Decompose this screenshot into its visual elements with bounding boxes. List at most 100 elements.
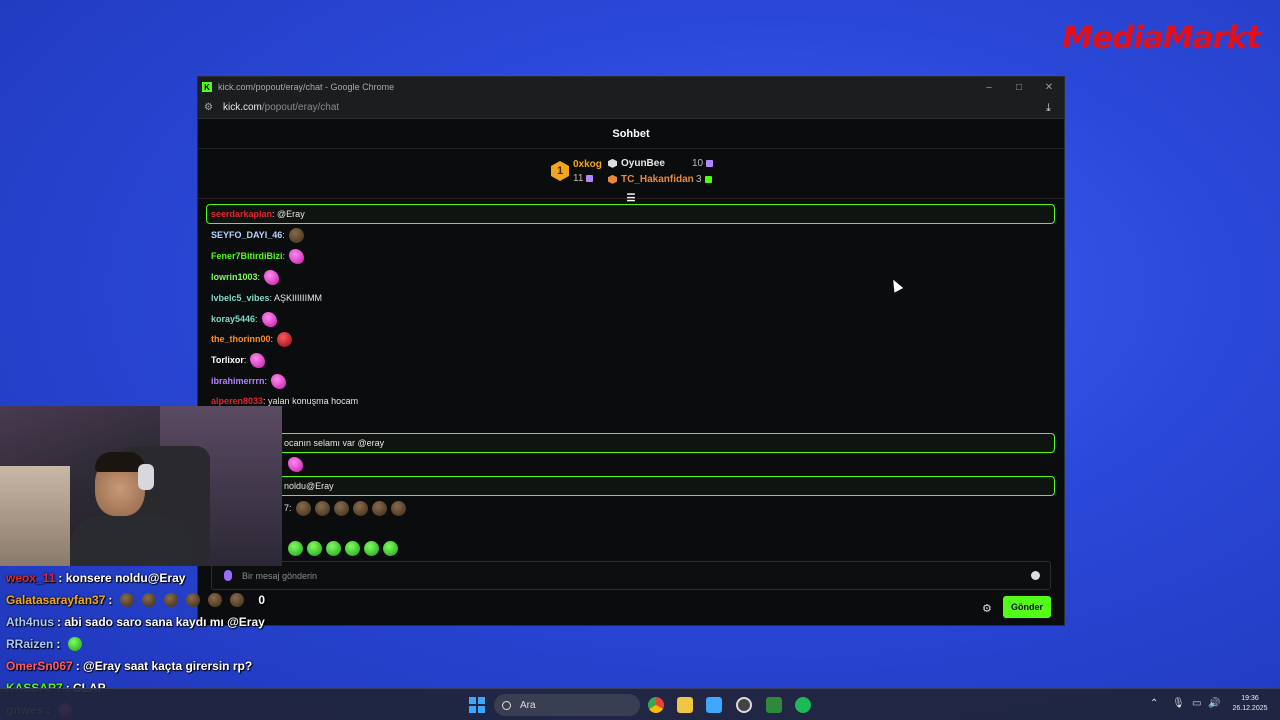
message-placeholder: Bir mesaj gönderin bbox=[242, 570, 318, 581]
chat-username[interactable]: Torlixor bbox=[211, 355, 244, 365]
chrome-icon[interactable] bbox=[648, 697, 664, 713]
taskbar: Ara ⌃ 🎙 ▭ 🔊 19:36 26.12.2025 bbox=[0, 688, 1280, 720]
start-icon[interactable] bbox=[469, 697, 485, 713]
settings-gear-icon[interactable]: ⚙ bbox=[982, 602, 992, 615]
chevron-up-icon[interactable]: ⌃ bbox=[1150, 698, 1158, 709]
emote-icon bbox=[307, 540, 322, 556]
leader-value-1: 11 bbox=[573, 173, 594, 184]
chat-message: ocanın selamı var @eray bbox=[284, 433, 384, 453]
rank-badge-icon: 1 bbox=[551, 161, 569, 181]
chat-username[interactable]: Fener7BitirdiBizi bbox=[211, 251, 283, 261]
title-bar: K kick.com/popout/eray/chat - Google Chr… bbox=[198, 77, 1064, 97]
message-input[interactable]: Bir mesaj gönderin bbox=[211, 561, 1051, 590]
overlay-text: : bbox=[108, 593, 113, 607]
taskbar-search[interactable]: Ara bbox=[494, 694, 640, 716]
emote-icon bbox=[326, 540, 341, 556]
emote-icon bbox=[142, 593, 157, 607]
chat-messages: seerdarkaplan: @Eray SEYFO_DAYI_46: Fener7… bbox=[198, 201, 1066, 559]
chat-message: lvbelc5_vibes: AŞKIIIIIIMM bbox=[211, 288, 322, 308]
chat-username[interactable]: alperen8033 bbox=[211, 396, 263, 406]
chat-text: : bbox=[282, 251, 286, 261]
download-icon[interactable]: ⤓ bbox=[1046, 102, 1058, 114]
overlay-username: Galatasarayfan37 bbox=[6, 593, 106, 607]
search-placeholder: Ara bbox=[520, 699, 536, 711]
taskbar-clock[interactable]: 19:36 26.12.2025 bbox=[1230, 694, 1270, 714]
webcam-feed bbox=[0, 406, 282, 566]
emote-icon bbox=[250, 352, 266, 368]
overlay-text: : abi sado saro sana kaydı mı @Eray bbox=[57, 615, 265, 629]
minimize-button[interactable]: – bbox=[974, 82, 1004, 93]
chat-text: : bbox=[257, 272, 261, 282]
emote-icon bbox=[288, 540, 303, 556]
leader-name-3[interactable]: TC_Hakanfidan bbox=[608, 174, 694, 185]
emote-icon bbox=[352, 500, 368, 516]
mention-highlight bbox=[206, 204, 1055, 224]
overlay-username: weox_11 bbox=[6, 571, 56, 585]
url-host: kick.com bbox=[223, 102, 262, 113]
chat-text: : yalan konuşma hocam bbox=[263, 396, 359, 406]
chat-message bbox=[284, 454, 303, 474]
chat-username[interactable]: seerdarkaplan bbox=[211, 209, 272, 219]
emote-icon bbox=[288, 456, 303, 472]
send-button[interactable]: Gönder bbox=[1003, 596, 1051, 618]
emote-icon bbox=[333, 500, 349, 516]
chat-text: : @Eray bbox=[272, 209, 305, 219]
chat-username[interactable]: SEYFO_DAYI_46 bbox=[211, 230, 282, 240]
spotify-icon[interactable] bbox=[795, 697, 811, 713]
chat-message: ibrahimerrrn: bbox=[211, 371, 287, 391]
leader-name-1[interactable]: 0xkog bbox=[573, 159, 602, 170]
emote-icon bbox=[186, 593, 201, 607]
chat-message: 7: bbox=[284, 498, 406, 518]
overlay-username: RRaizen bbox=[6, 637, 54, 651]
volume-icon[interactable]: 🔊 bbox=[1208, 698, 1220, 709]
emote-icon bbox=[261, 311, 277, 327]
chat-username[interactable]: lvbelc5_vibes bbox=[211, 293, 270, 303]
search-icon bbox=[502, 700, 511, 710]
chat-username[interactable]: ibrahimerrrn bbox=[211, 376, 265, 386]
chat-header: Sohbet bbox=[198, 119, 1064, 149]
chat-message: Fener7BitirdiBizi: bbox=[211, 246, 305, 266]
obs-icon[interactable] bbox=[736, 697, 752, 713]
app-icon[interactable] bbox=[766, 697, 782, 713]
kick-favicon-icon: K bbox=[202, 82, 212, 92]
chat-username[interactable]: lowrin1003 bbox=[211, 272, 258, 282]
emote-icon bbox=[271, 373, 287, 389]
emote-icon bbox=[277, 331, 293, 347]
overlay-message: Galatasarayfan37 : 0 bbox=[6, 589, 265, 611]
chat-text: : bbox=[264, 376, 268, 386]
chat-message: seerdarkaplan: @Eray bbox=[211, 204, 305, 224]
emote-icon bbox=[289, 248, 305, 264]
chat-text: : bbox=[255, 314, 258, 324]
overlay-username: OmerSn067 bbox=[6, 659, 73, 673]
emote-icon bbox=[120, 593, 135, 607]
emote-icon bbox=[345, 540, 360, 556]
chat-message: Torlixor: bbox=[211, 350, 266, 370]
mic-tray-icon[interactable]: 🎙 bbox=[1172, 698, 1185, 709]
chat-text: 7: bbox=[284, 503, 292, 513]
emote-icon bbox=[208, 593, 223, 607]
emote-icon bbox=[288, 227, 304, 243]
file-explorer-icon[interactable] bbox=[677, 697, 693, 713]
leader-value-2: 10 bbox=[692, 158, 714, 169]
site-settings-icon[interactable]: ⚙ bbox=[204, 102, 215, 113]
leader-name-2[interactable]: OyunBee bbox=[608, 158, 665, 169]
mediamarkt-logo: MediaMarkt bbox=[1062, 20, 1261, 56]
overlay-message: RRaizen : bbox=[6, 633, 83, 655]
emoji-icon[interactable] bbox=[1031, 571, 1040, 580]
chat-username[interactable]: the_thorinn00 bbox=[211, 334, 271, 344]
chat-message: the_thorinn00: bbox=[211, 329, 293, 349]
mic-icon[interactable] bbox=[224, 570, 232, 581]
chat-username[interactable]: koray5446 bbox=[211, 314, 255, 324]
maximize-button[interactable]: □ bbox=[1004, 82, 1034, 93]
emote-icon bbox=[371, 500, 387, 516]
address-bar[interactable]: ⚙ kick.com/popout/eray/chat ⤓ bbox=[198, 97, 1064, 119]
chat-message bbox=[284, 538, 398, 558]
emote-icon bbox=[314, 500, 330, 516]
display-icon[interactable]: ▭ bbox=[1192, 698, 1201, 709]
overlay-text: : @Eray saat kaçta girersin rp? bbox=[75, 659, 253, 673]
emote-icon bbox=[390, 500, 406, 516]
overlay-message: weox_11 : konsere noldu@Eray bbox=[6, 567, 185, 589]
close-button[interactable]: ✕ bbox=[1034, 82, 1064, 93]
photos-icon[interactable] bbox=[706, 697, 722, 713]
chat-text: : AŞKIIIIIIMM bbox=[269, 293, 323, 303]
